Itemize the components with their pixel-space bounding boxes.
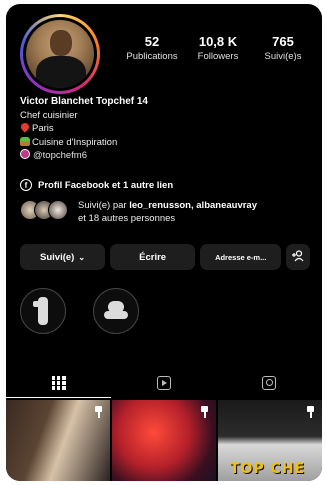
threads-link[interactable]: @topchefm6 [20, 149, 310, 163]
location-pin-icon [19, 121, 31, 133]
tagged-icon [262, 376, 277, 390]
reels-icon [156, 376, 171, 390]
mutual-followers[interactable]: Suivi(e) par leo_renusson, albaneauvray … [20, 200, 318, 225]
profile-screen: 52 Publications 10,8 K Followers 765 Sui… [6, 4, 322, 481]
tab-posts[interactable] [6, 368, 112, 398]
bio: Victor Blanchet Topchef 14 Chef cuisinie… [19, 95, 310, 163]
story-highlight[interactable] [93, 288, 139, 334]
followers-label: Followers [197, 51, 239, 62]
mutual-avatars [20, 200, 74, 222]
tagline-text: Cuisine d'Inspiration [32, 136, 118, 148]
tagline-line: Cuisine d'Inspiration [20, 136, 310, 150]
mutual-names: leo_renusson, albaneauvray [129, 200, 257, 211]
location-line: Paris [19, 121, 310, 136]
story-highlight[interactable] [20, 288, 66, 334]
posts-grid: TOP CHE [6, 400, 322, 481]
tab-reels[interactable] [111, 368, 216, 398]
external-links-label: Profil Facebook et 1 autre lien [38, 179, 174, 191]
email-button[interactable]: Adresse e-m... [200, 244, 282, 270]
following-label: Suivi(e)s [264, 51, 302, 62]
post-thumbnail[interactable] [112, 400, 216, 481]
following-button-label: Suivi(e) [40, 251, 75, 263]
facebook-icon: f [20, 179, 32, 191]
tab-tagged[interactable] [217, 368, 322, 398]
mutual-followers-text: Suivi(e) par leo_renusson, albaneauvray … [78, 200, 318, 225]
post-thumbnail[interactable]: TOP CHE [218, 400, 322, 481]
following-count: 765 [272, 34, 294, 49]
plant-icon [20, 136, 30, 146]
followers-count: 10,8 K [198, 34, 238, 49]
external-links[interactable]: f Profil Facebook et 1 autre lien [20, 179, 173, 191]
profile-name: Victor Blanchet Topchef 14 [20, 96, 148, 107]
email-button-label: Adresse e-m... [215, 252, 267, 262]
message-button-label: Écrire [139, 251, 167, 263]
posts-stat[interactable]: 52 Publications [117, 34, 187, 62]
posts-count: 52 [144, 34, 160, 49]
suggest-people-button[interactable] [286, 244, 310, 270]
grid-icon [51, 376, 66, 390]
top-chef-overlay: TOP CHE [230, 461, 306, 477]
chevron-down-icon: ⌄ [78, 252, 86, 262]
post-thumbnail[interactable] [6, 400, 110, 481]
followers-stat[interactable]: 10,8 K Followers [183, 34, 253, 62]
threads-icon [20, 149, 30, 159]
add-person-icon [291, 249, 305, 265]
mutual-suffix: et 18 autres personnes [78, 212, 176, 224]
threads-handle: @topchefm6 [33, 150, 88, 161]
action-buttons: Suivi(e) ⌄ Écrire Adresse e-m... [20, 244, 310, 270]
following-button[interactable]: Suivi(e) ⌄ [20, 244, 106, 270]
mutual-prefix: Suivi(e) par [78, 200, 127, 211]
profile-tabs [6, 368, 322, 398]
following-stat[interactable]: 765 Suivi(e)s [248, 34, 318, 62]
pinned-icon [94, 406, 103, 418]
pinned-icon [200, 406, 209, 418]
profile-category: Chef cuisinier [20, 109, 78, 121]
pinned-icon [306, 406, 315, 418]
profile-avatar[interactable] [20, 14, 100, 94]
location-text: Paris [32, 123, 54, 134]
mutual-avatar [48, 200, 68, 220]
posts-label: Publications [126, 51, 178, 62]
message-button[interactable]: Écrire [110, 244, 196, 270]
